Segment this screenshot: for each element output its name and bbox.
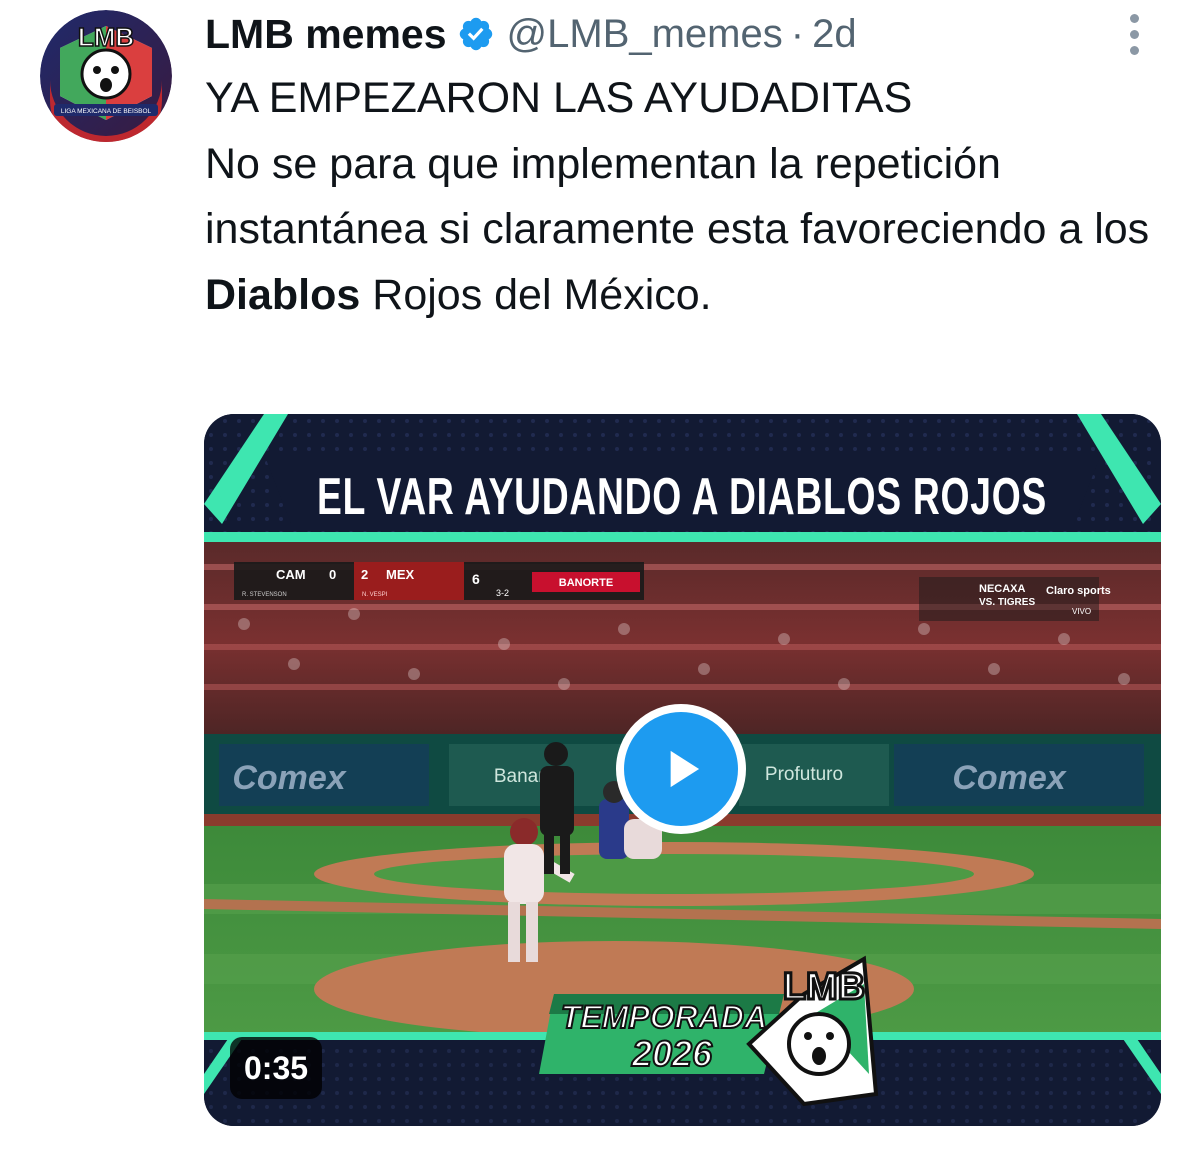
svg-text:NECAXA: NECAXA [979, 583, 1026, 595]
ad-board: Profuturo [765, 764, 843, 785]
video-player[interactable]: EL VAR AYUDANDO A DIABLOS ROJOS CAM 0 2 … [204, 414, 1161, 1126]
separator-dot: · [790, 11, 805, 56]
scoreboard: CAM 0 2 MEX 6 3-2 R. STEVENSON N. VESPI … [234, 562, 644, 600]
tweet[interactable]: LIGA MEXICANA DE BEISBOL LMB LMB memes @… [0, 0, 1200, 1151]
author-avatar[interactable]: LIGA MEXICANA DE BEISBOL LMB [40, 10, 172, 142]
play-button[interactable] [616, 704, 746, 834]
svg-text:N. VESPI: N. VESPI [362, 592, 388, 598]
broadcast-promo: NECAXA VS. TIGRES Claro sports VIVO [919, 577, 1111, 621]
svg-text:TEMPORADA: TEMPORADA [561, 999, 767, 1035]
svg-text:6: 6 [472, 571, 480, 587]
svg-text:Claro sports: Claro sports [1046, 585, 1111, 597]
svg-text:LMB: LMB [78, 22, 134, 52]
verified-badge-icon [459, 17, 492, 51]
svg-text:2: 2 [361, 567, 368, 582]
ad-board: Comex [232, 759, 347, 797]
lmb-logo-icon: LIGA MEXICANA DE BEISBOL LMB [40, 10, 172, 142]
svg-text:CAM: CAM [276, 567, 306, 582]
tweet-text: YA EMPEZARON LAS AYUDADITAS No se para q… [205, 66, 1185, 328]
ad-board: Comex [952, 759, 1067, 797]
svg-text:2026: 2026 [631, 1033, 713, 1074]
tweet-text-part: Rojos del México. [360, 270, 712, 319]
svg-text:0: 0 [329, 567, 336, 582]
author-handle[interactable]: @LMB_memes [507, 12, 783, 57]
svg-text:BANORTE: BANORTE [559, 577, 613, 589]
play-icon [670, 750, 700, 788]
tweet-text-part: No se para que implementan la repetición… [205, 139, 1150, 254]
banner-title: EL VAR AYUDANDO A DIABLOS ROJOS [317, 468, 1047, 526]
svg-text:LIGA MEXICANA DE BEISBOL: LIGA MEXICANA DE BEISBOL [61, 108, 152, 115]
svg-text:VS. TIGRES: VS. TIGRES [979, 597, 1035, 608]
tweet-line-1: YA EMPEZARON LAS AYUDADITAS [205, 74, 913, 122]
svg-text:MEX: MEX [386, 567, 415, 582]
tweet-header: LMB memes @LMB_memes · 2d [205, 8, 857, 60]
tweet-line-2: No se para que implementan la repetición… [205, 132, 1185, 329]
svg-text:R. STEVENSON: R. STEVENSON [242, 592, 287, 598]
svg-text:3-2: 3-2 [496, 588, 509, 598]
svg-text:LMB: LMB [783, 966, 865, 1008]
timestamp[interactable]: 2d [812, 12, 857, 57]
tweet-text-bold[interactable]: Diablos [205, 271, 360, 319]
more-options-icon[interactable] [1122, 14, 1146, 58]
svg-text:VIVO: VIVO [1072, 607, 1091, 616]
display-name[interactable]: LMB memes [205, 11, 447, 58]
video-duration: 0:35 [230, 1037, 323, 1099]
